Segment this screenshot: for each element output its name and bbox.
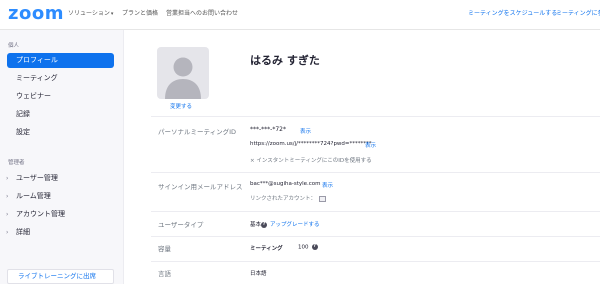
divider	[151, 261, 600, 262]
sidebar-item-account-management[interactable]: › アカウント管理	[6, 207, 113, 222]
sidebar-item-label: ユーザー管理	[16, 174, 58, 182]
sidebar-item-webinars[interactable]: ウェビナー	[7, 89, 114, 104]
email-label: サインイン用メールアドレス	[158, 183, 243, 191]
profile-main: 変更する はるみ すぎた パーソナルミーティングID ***-***-*72* …	[124, 30, 600, 284]
divider	[151, 172, 600, 173]
nav-plans[interactable]: プランと価格	[122, 10, 158, 18]
upgrade-link-label: アップグレードする	[270, 222, 320, 228]
language-value: 日本語	[250, 271, 267, 277]
question-icon[interactable]: ?	[311, 244, 318, 250]
divider	[151, 236, 600, 237]
pmi-url: https://zoom.us/j/********724?pwd=******…	[250, 141, 372, 147]
capacity-label: 容量	[158, 245, 171, 253]
chevron-right-icon: ›	[6, 211, 9, 218]
linked-account: リンクされたアカウント：	[250, 194, 327, 202]
sidebar-item-settings[interactable]: 設定	[7, 125, 114, 140]
instant-meeting-option[interactable]: × インスタントミーティングにこのIDを使用する	[250, 156, 372, 164]
nav-solutions-label: ソリューション	[68, 10, 110, 17]
chevron-right-icon: ›	[6, 175, 9, 182]
sidebar-item-advanced[interactable]: › 詳細	[6, 225, 113, 240]
pmi-value: ***-***-*72*	[250, 126, 286, 133]
sidebar: 個人 プロフィール ミーティング ウェビナー 記録 設定 管理者 › ユーザー管理…	[0, 30, 124, 284]
chevron-right-icon: ›	[6, 229, 9, 236]
language-label: 言語	[158, 270, 171, 278]
question-icon[interactable]: ?	[261, 221, 267, 228]
nav-solutions[interactable]: ソリューション▾	[68, 10, 113, 18]
pmi-url-show-link[interactable]: 表示	[365, 141, 376, 149]
chevron-down-icon: ▾	[110, 11, 114, 17]
top-nav-bar: zoom ソリューション▾ プランと価格 営業担当へのお問い合わせ ミーティング…	[0, 0, 600, 30]
sidebar-item-label: アカウント管理	[16, 210, 65, 218]
capacity-meeting-label: ミーティング	[250, 246, 283, 252]
nav-contact-sales[interactable]: 営業担当へのお問い合わせ	[166, 10, 238, 18]
chevron-right-icon: ›	[6, 193, 9, 200]
user-silhouette-icon	[165, 57, 201, 99]
schedule-meeting-link[interactable]: ミーティングをスケジュールする	[468, 10, 557, 18]
email-show-link[interactable]: 表示	[322, 181, 333, 189]
live-training-button[interactable]: ライブトレーニングに出席	[7, 269, 114, 284]
email-value: bac***@sugiha-style.com	[250, 181, 321, 187]
user-type-value: 基本	[250, 222, 262, 228]
sidebar-item-user-management[interactable]: › ユーザー管理	[6, 171, 113, 186]
sidebar-item-meetings[interactable]: ミーティング	[7, 71, 114, 86]
join-meeting-link[interactable]: ミーティングに参加	[556, 10, 600, 18]
user-type-label: ユーザータイプ	[158, 221, 204, 229]
user-name: はるみ すぎた	[250, 54, 320, 67]
sidebar-item-profile[interactable]: プロフィール	[7, 53, 114, 68]
change-avatar-link[interactable]: 変更する	[170, 102, 192, 110]
zoom-logo[interactable]: zoom	[8, 5, 64, 23]
sidebar-heading-admin: 管理者	[8, 160, 25, 166]
sidebar-heading-personal: 個人	[8, 43, 20, 49]
sidebar-item-recordings[interactable]: 記録	[7, 107, 114, 122]
pmi-show-link[interactable]: 表示	[300, 127, 311, 135]
divider	[151, 211, 600, 212]
sidebar-item-label: 詳細	[16, 228, 30, 236]
capacity-value: 100?	[298, 244, 318, 251]
account-icon	[319, 195, 327, 202]
linked-account-label: リンクされたアカウント：	[250, 196, 317, 202]
sidebar-item-label: ルーム管理	[16, 192, 51, 200]
upgrade-link[interactable]: ? アップグレードする	[261, 220, 320, 228]
capacity-number: 100	[298, 244, 309, 251]
divider	[151, 116, 600, 117]
avatar[interactable]	[157, 47, 209, 99]
pmi-label: パーソナルミーティングID	[158, 128, 237, 136]
sidebar-item-room-management[interactable]: › ルーム管理	[6, 189, 113, 204]
